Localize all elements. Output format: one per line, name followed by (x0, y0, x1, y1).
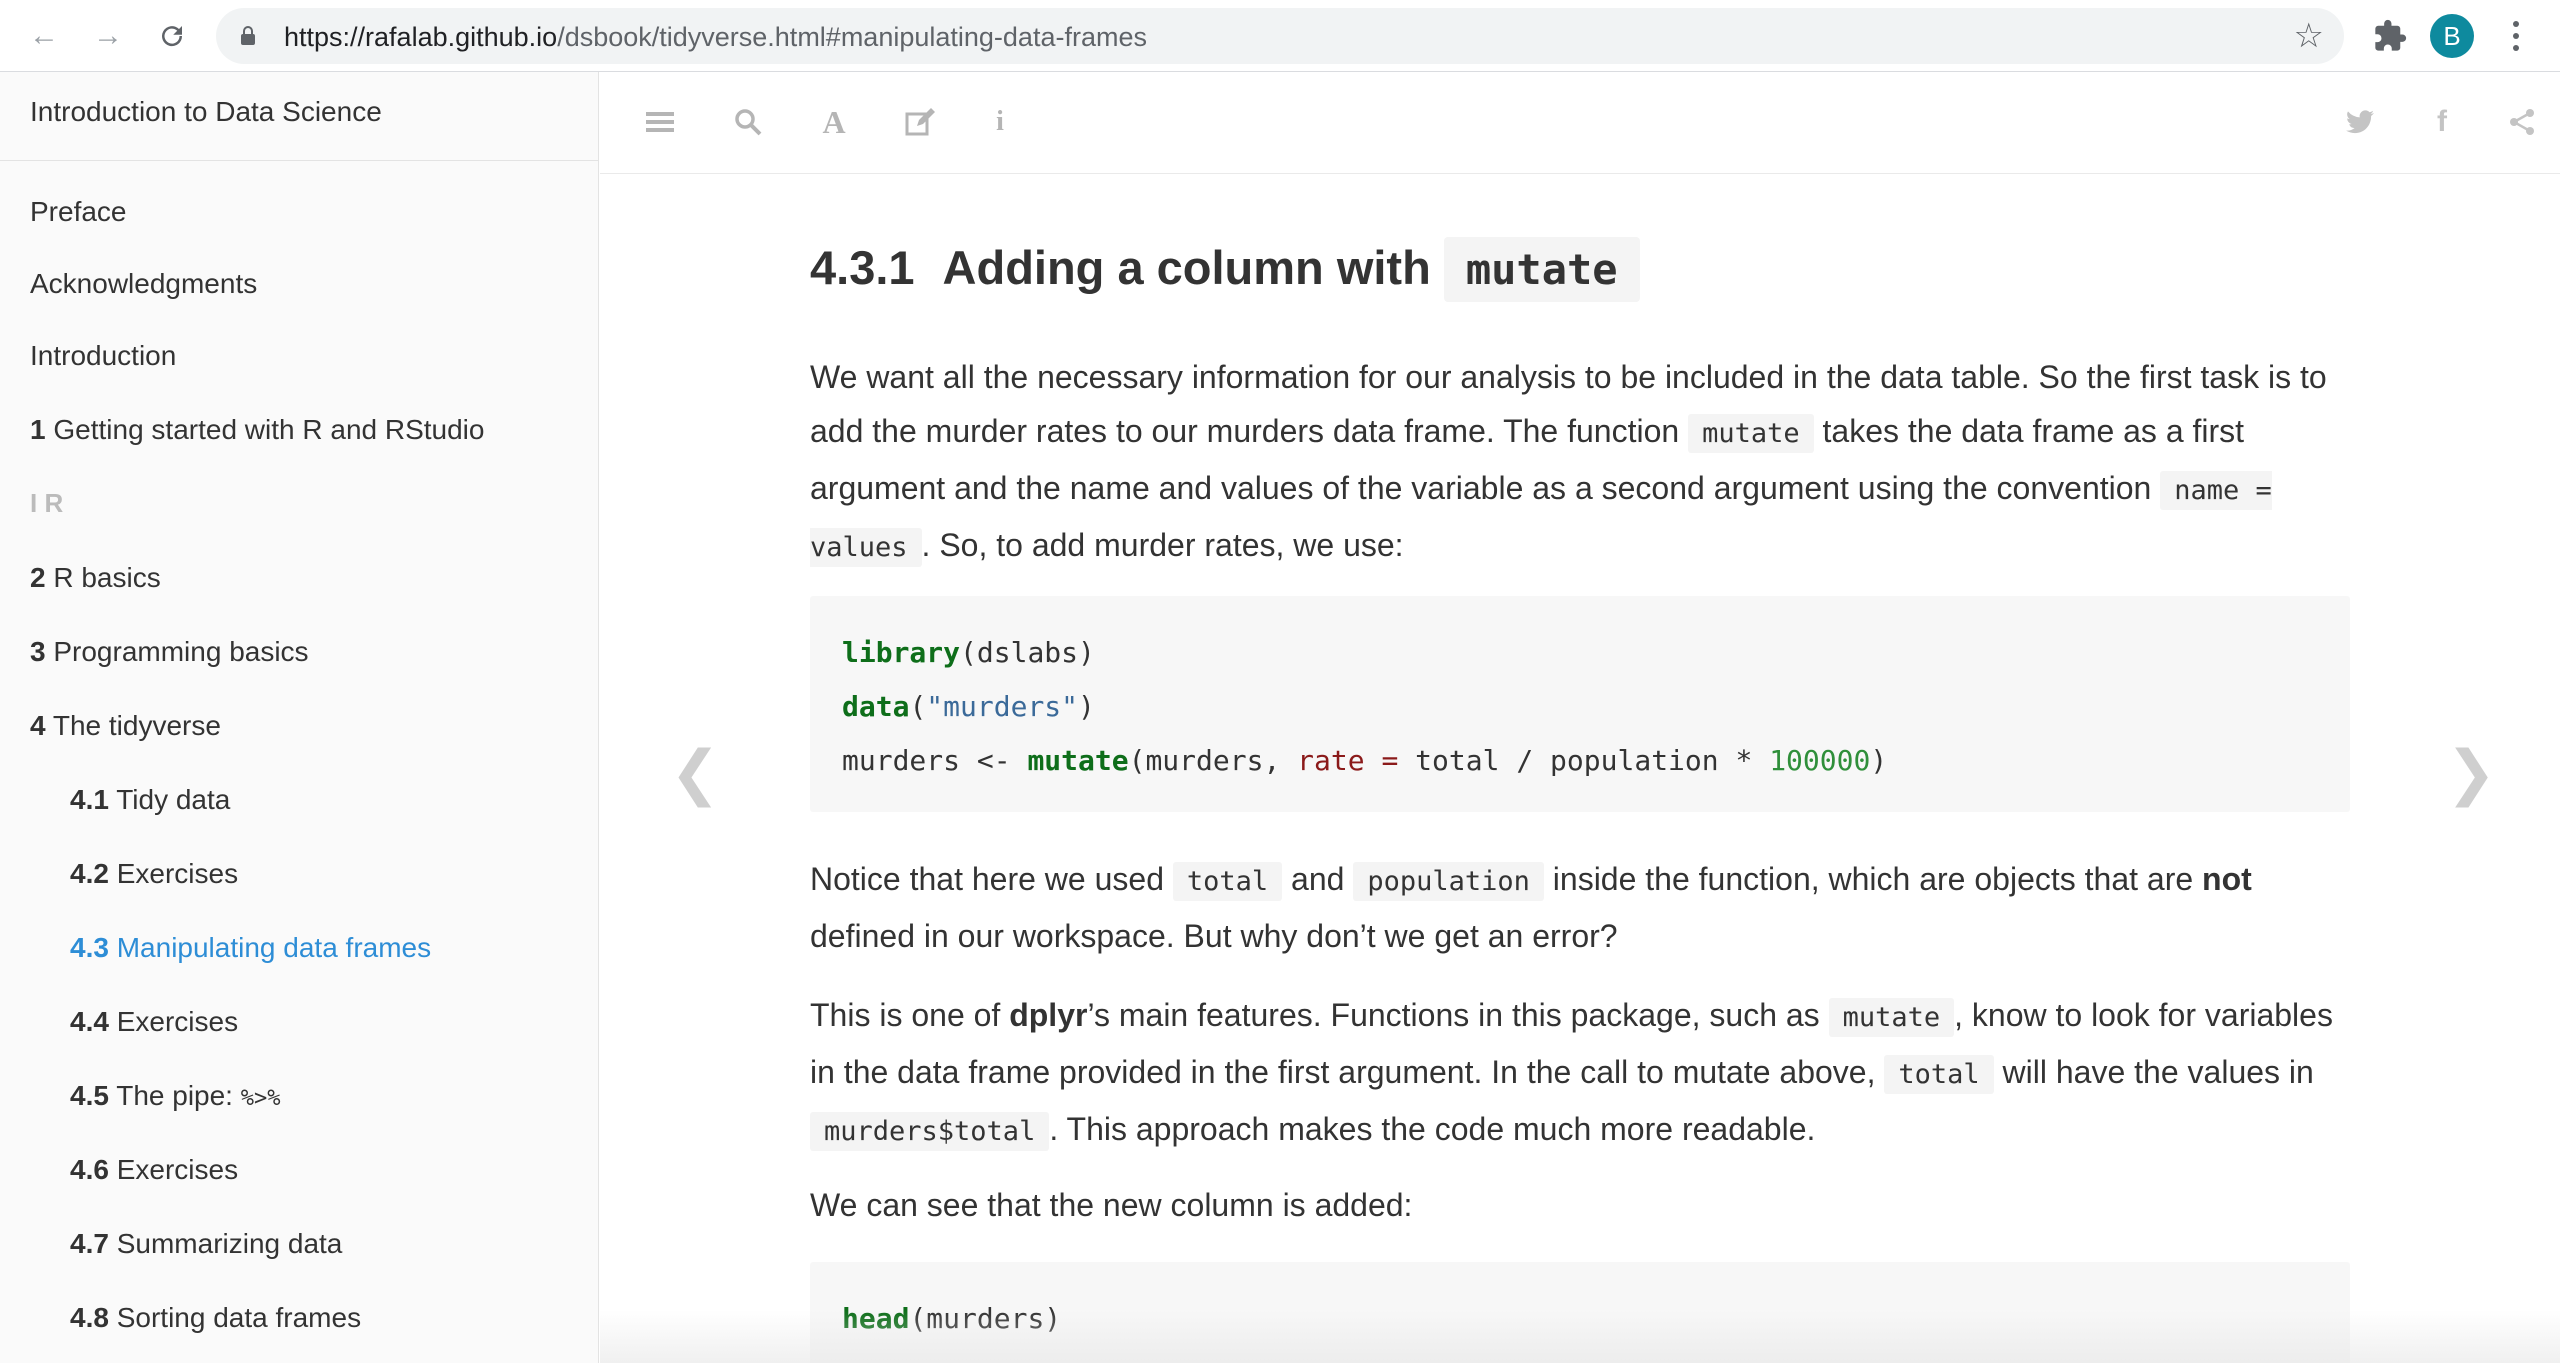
twitter-icon[interactable] (2340, 102, 2380, 142)
edit-icon[interactable] (900, 102, 940, 142)
address-bar[interactable]: https://rafalab.github.io/dsbook/tidyver… (216, 8, 2344, 64)
toc-item-sorting-data-frames[interactable]: 4.8 Sorting data frames (70, 1302, 361, 1334)
toc-item-summarizing-data[interactable]: 4.7 Summarizing data (70, 1228, 342, 1260)
book-title[interactable]: Introduction to Data Science (30, 96, 382, 128)
paragraph-notice: Notice that here we used total and popul… (810, 861, 2252, 954)
toc-item-preface[interactable]: Preface (30, 196, 127, 228)
toc-item-r-basics[interactable]: 2 R basics (30, 562, 161, 594)
facebook-icon[interactable]: f (2422, 102, 2462, 142)
toc-item-tidy-data[interactable]: 4.1 Tidy data (70, 784, 230, 816)
code-block-mutate[interactable]: library(dslabs) data("murders") murders … (810, 596, 2350, 812)
toc-item-exercises-4-2[interactable]: 4.2 Exercises (70, 858, 238, 890)
paragraph-intro: We want all the necessary information fo… (810, 350, 2350, 575)
toc-item-getting-started[interactable]: 1 Getting started with R and RStudio (30, 414, 484, 446)
lock-icon[interactable] (240, 26, 256, 46)
section-heading: 4.3.1 Adding a column with mutate (810, 237, 1640, 302)
paragraph-new-column: We can see that the new column is added: (810, 1187, 1413, 1223)
url-text: https://rafalab.github.io/dsbook/tidyver… (284, 22, 1147, 52)
bookmark-star-icon[interactable]: ☆ (2294, 16, 2324, 56)
previous-page-icon[interactable]: ❮ (670, 738, 720, 808)
forward-icon[interactable]: → (86, 14, 130, 58)
sidebar-divider (0, 160, 598, 161)
paragraph-dplyr: This is one of dplyr’s main features. Fu… (810, 988, 2350, 1159)
back-icon[interactable]: ← (22, 14, 66, 58)
next-page-icon[interactable]: ❯ (2446, 738, 2496, 808)
code-block-head[interactable]: head(murders) (810, 1262, 2350, 1363)
book-header: A i f (600, 72, 2560, 174)
toc-item-exercises-4-4[interactable]: 4.4 Exercises (70, 1006, 238, 1038)
toc-item-programming-basics[interactable]: 3 Programming basics (30, 636, 309, 668)
browser-menu-icon[interactable] (2500, 14, 2532, 58)
info-icon[interactable]: i (980, 102, 1020, 142)
toc-item-exercises-4-6[interactable]: 4.6 Exercises (70, 1154, 238, 1186)
reload-icon[interactable] (150, 14, 194, 58)
book-sidebar: Introduction to Data Science Preface Ack… (0, 72, 599, 1363)
font-settings-icon[interactable]: A (814, 102, 854, 142)
toc-item-the-pipe[interactable]: 4.5 The pipe: %>% (70, 1080, 281, 1112)
toc-item-acknowledgments[interactable]: Acknowledgments (30, 268, 257, 300)
toc-item-introduction[interactable]: Introduction (30, 340, 176, 372)
toc-part-r: I R (30, 488, 64, 518)
toc-item-manipulating-data-frames[interactable]: 4.3 Manipulating data frames (70, 932, 431, 964)
browser-toolbar: ← → https://rafalab.github.io/dsbook/tid… (0, 0, 2560, 72)
search-icon[interactable] (728, 102, 768, 142)
share-icon[interactable] (2502, 102, 2542, 142)
toc-item-tidyverse[interactable]: 4 The tidyverse (30, 710, 221, 742)
profile-avatar[interactable]: B (2430, 14, 2474, 58)
toggle-sidebar-icon[interactable] (640, 102, 680, 142)
extensions-icon[interactable] (2368, 14, 2412, 58)
